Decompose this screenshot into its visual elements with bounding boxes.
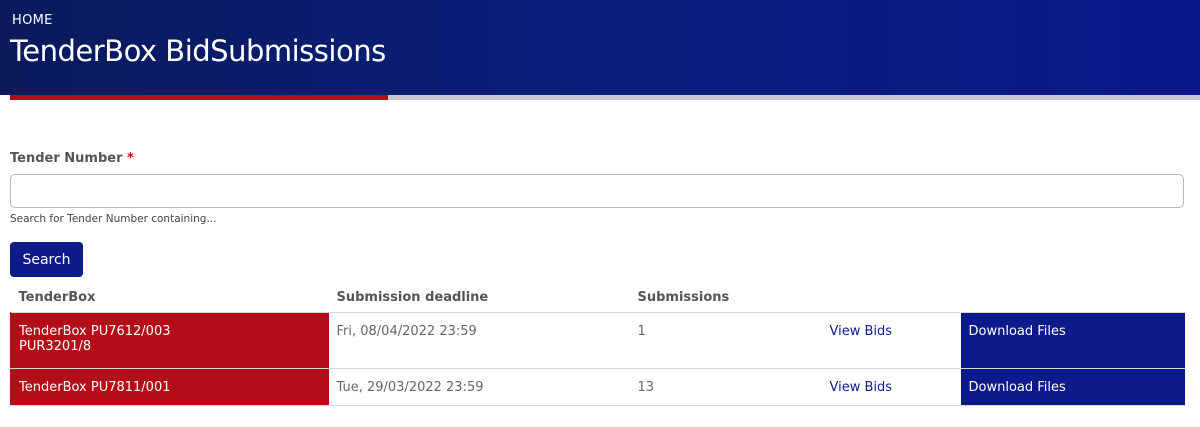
tender-number-help-text: Search for Tender Number containing... <box>10 213 217 225</box>
search-button[interactable]: Search <box>10 242 83 277</box>
deadline-cell: Fri, 08/04/2022 23:59 <box>328 311 630 369</box>
download-files-cell[interactable]: Download Files <box>960 367 1185 406</box>
table-row: TenderBox PU7811/001 Tue, 29/03/2022 23:… <box>10 367 1185 406</box>
tender-number-label-text: Tender Number <box>10 151 123 166</box>
breadcrumb-home[interactable]: HOME <box>12 13 53 28</box>
table-row: TenderBox PU7612/003 PUR3201/8 Fri, 08/0… <box>10 311 1185 369</box>
column-header-tenderbox: TenderBox <box>18 289 96 305</box>
page-header: HOME TenderBox BidSubmissions <box>0 0 1200 95</box>
column-header-view <box>822 283 961 312</box>
tender-number-label: Tender Number * <box>10 151 134 166</box>
column-header-deadline: Submission deadline <box>336 289 489 305</box>
download-files-cell[interactable]: Download Files <box>960 311 1185 369</box>
header-accent-bar-grey <box>388 95 1200 100</box>
view-bids-link[interactable]: View Bids <box>830 324 893 339</box>
table-header-row: TenderBox Submission deadline Submission… <box>11 283 1185 312</box>
submissions-count-cell: 13 <box>629 367 822 406</box>
header-accent-bar-red <box>10 95 388 100</box>
column-header-submissions: Submissions <box>637 289 730 305</box>
tender-number-input[interactable] <box>10 174 1184 208</box>
required-marker: * <box>127 151 134 166</box>
view-bids-cell: View Bids <box>821 311 961 369</box>
tenderbox-cell: TenderBox PU7612/003 PUR3201/8 <box>10 311 329 369</box>
tenderbox-name: TenderBox PU7811/001 <box>19 379 171 395</box>
tenderbox-name: TenderBox PU7612/003 <box>19 323 171 339</box>
tenderbox-cell: TenderBox PU7811/001 <box>10 367 329 406</box>
download-files-link[interactable]: Download Files <box>969 324 1066 339</box>
download-files-link[interactable]: Download Files <box>969 380 1066 395</box>
results-table: TenderBox Submission deadline Submission… <box>10 283 1185 406</box>
page-title: TenderBox BidSubmissions <box>10 34 386 68</box>
view-bids-link[interactable]: View Bids <box>830 380 893 395</box>
tenderbox-reference: PUR3201/8 <box>19 338 92 354</box>
view-bids-cell: View Bids <box>821 367 961 406</box>
column-header-download <box>961 283 1185 312</box>
deadline-cell: Tue, 29/03/2022 23:59 <box>328 367 630 406</box>
submissions-count-cell: 1 <box>629 311 822 369</box>
